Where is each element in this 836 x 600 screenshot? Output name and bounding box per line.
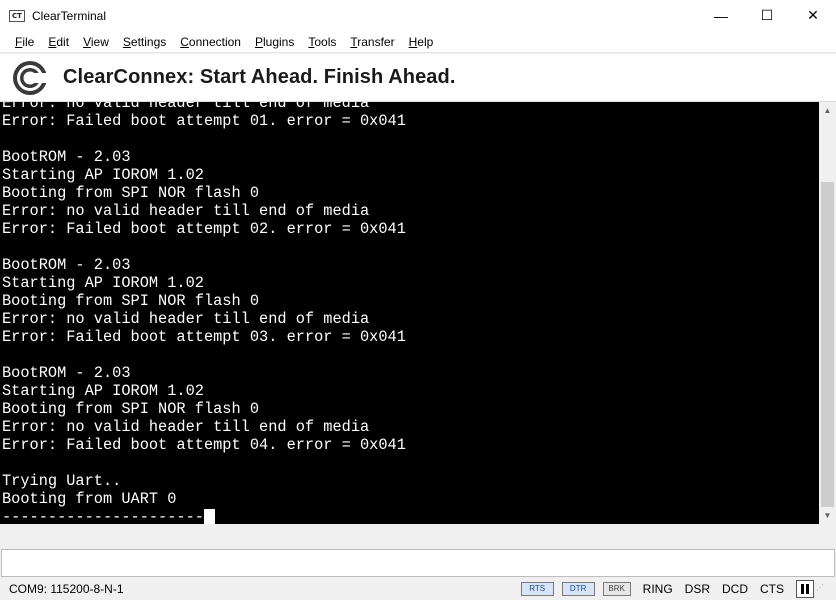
terminal-line: BootROM - 2.03 — [2, 364, 131, 382]
scroll-up-icon[interactable]: ▲ — [819, 102, 836, 119]
menu-transfer[interactable]: Transfer — [343, 31, 401, 53]
minimize-button[interactable]: — — [698, 0, 744, 31]
menu-view[interactable]: View — [76, 31, 116, 53]
pause-icon[interactable] — [796, 580, 814, 598]
menu-bar: File Edit View Settings Connection Plugi… — [0, 31, 836, 53]
clearconnex-logo-icon — [13, 60, 48, 95]
window-controls: — ☐ ✕ — [698, 0, 836, 31]
app-icon[interactable]: CT — [9, 9, 25, 22]
terminal-line: Error: Failed boot attempt 03. error = 0… — [2, 328, 406, 346]
send-input[interactable] — [2, 550, 834, 576]
terminal-text: Error: no valid header till end of media… — [2, 102, 406, 524]
window-title: ClearTerminal — [32, 8, 107, 23]
terminal-cursor — [203, 509, 215, 524]
menu-help[interactable]: Help — [402, 31, 441, 53]
dtr-button[interactable]: DTR — [561, 582, 595, 596]
terminal-line: Error: Failed boot attempt 01. error = 0… — [2, 112, 406, 130]
send-input-box[interactable] — [1, 549, 835, 577]
terminal-output[interactable]: Error: no valid header till end of media… — [0, 102, 819, 524]
scroll-down-icon[interactable]: ▼ — [819, 507, 836, 524]
dsr-indicator: DSR — [684, 582, 710, 596]
terminal-line: Error: no valid header till end of media — [2, 202, 370, 220]
banner-slogan: ClearConnex: Start Ahead. Finish Ahead. — [63, 66, 456, 88]
terminal-line: Starting AP IOROM 1.02 — [2, 274, 204, 292]
signal-indicators: RTS DTR BRK RING DSR DCD CTS ⋰ — [513, 578, 828, 600]
menu-edit[interactable]: Edit — [41, 31, 76, 53]
status-bar: COM9: 115200-8-N-1 RTS DTR BRK RING DSR … — [0, 578, 836, 600]
terminal-scrollbar[interactable]: ▲ ▼ — [819, 102, 836, 524]
terminal-line: Starting AP IOROM 1.02 — [2, 382, 204, 400]
terminal-line: Error: no valid header till end of media — [2, 102, 370, 112]
terminal-line: Starting AP IOROM 1.02 — [2, 166, 204, 184]
terminal-line: Trying Uart.. — [2, 472, 122, 490]
menu-plugins[interactable]: Plugins — [248, 31, 301, 53]
terminal-line: Error: no valid header till end of media — [2, 310, 370, 328]
rts-button[interactable]: RTS — [520, 582, 554, 596]
terminal-line: Error: no valid header till end of media — [2, 418, 370, 436]
port-settings: COM9: 115200-8-N-1 — [9, 582, 124, 596]
terminal-line: BootROM - 2.03 — [2, 256, 131, 274]
menu-settings[interactable]: Settings — [116, 31, 173, 53]
terminal-line: Booting from SPI NOR flash 0 — [2, 292, 260, 310]
brand-banner: ClearConnex: Start Ahead. Finish Ahead. — [0, 54, 836, 102]
scroll-thumb[interactable] — [821, 182, 834, 507]
terminal-line: Error: Failed boot attempt 02. error = 0… — [2, 220, 406, 238]
menu-tools[interactable]: Tools — [301, 31, 343, 53]
resize-grip-icon[interactable]: ⋰ — [816, 583, 828, 595]
cts-indicator: CTS — [760, 582, 784, 596]
ring-indicator: RING — [642, 582, 673, 596]
menu-connection[interactable]: Connection — [173, 31, 248, 53]
title-bar: CT ClearTerminal — ☐ ✕ — [0, 0, 836, 31]
dcd-indicator: DCD — [722, 582, 748, 596]
brk-button[interactable]: BRK — [602, 582, 631, 596]
terminal-line: Error: Failed boot attempt 04. error = 0… — [2, 436, 406, 454]
terminal-line: BootROM - 2.03 — [2, 148, 131, 166]
close-button[interactable]: ✕ — [790, 0, 836, 31]
terminal-line: Booting from SPI NOR flash 0 — [2, 400, 260, 418]
terminal-line: ---------------------- — [2, 508, 406, 524]
terminal-line: Booting from UART 0 — [2, 490, 177, 508]
menu-file[interactable]: File — [8, 31, 41, 53]
terminal-line: Booting from SPI NOR flash 0 — [2, 184, 260, 202]
maximize-button[interactable]: ☐ — [744, 0, 790, 31]
